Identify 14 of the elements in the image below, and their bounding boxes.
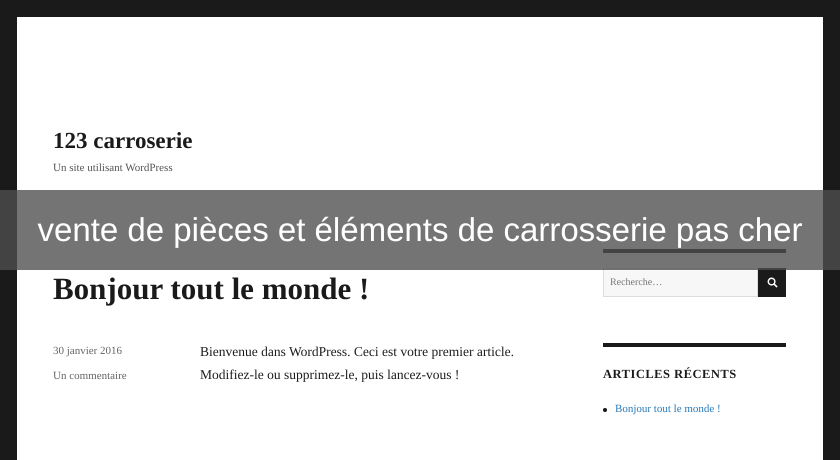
post-date[interactable]: 30 janvier 2016 [53,342,122,359]
search-button[interactable] [758,268,786,296]
banner-text: vente de pièces et éléments de carrosserie pas cher [38,210,802,250]
site-tagline: Un site utilisant WordPress [53,161,173,176]
search-icon [766,276,778,288]
bullet-icon [603,408,607,412]
site-title: 123 carroserie [53,127,192,155]
comments-link[interactable]: Un commentaire [53,368,127,384]
post-text: Modifiez-le ou supprimez-le, puis lancez-vous ! [200,366,460,384]
post-text: Bienvenue dans WordPress. Ceci est votre premier article. [200,342,514,360]
post-title: Bonjour tout le monde ! [53,270,370,308]
recent-post-link[interactable]: Bonjour tout le monde ! [615,401,721,418]
search-field[interactable]: Recherche… [603,268,758,296]
widget-heading: ARTICLES RÉCENTS [603,366,737,382]
